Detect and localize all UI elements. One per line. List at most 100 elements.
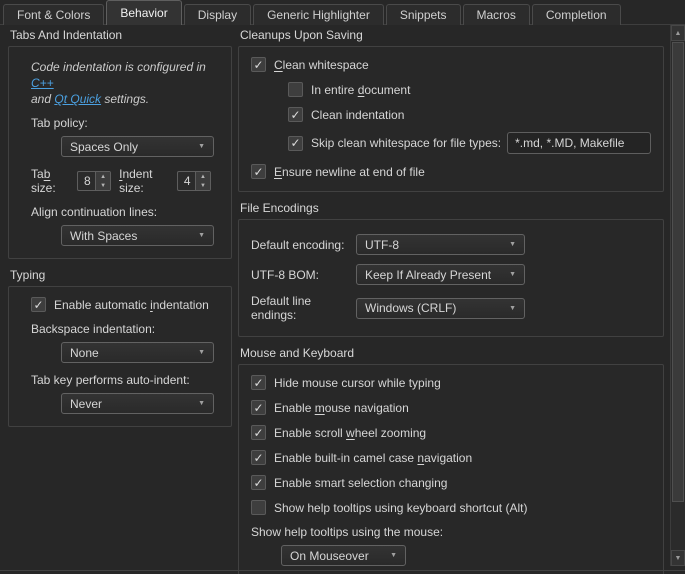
mouse-navigation-checkbox-row[interactable]: ✓ Enable mouse navigation: [251, 400, 651, 415]
scrollbar-track[interactable]: [671, 503, 685, 550]
group-title-tabs-and-indentation: Tabs And Indentation: [10, 28, 123, 42]
line-endings-value: Windows (CRLF): [365, 301, 457, 315]
spin-up-icon[interactable]: ▲: [96, 172, 110, 181]
ensure-newline-checkbox-row[interactable]: ✓ Ensure newline at end of file: [251, 164, 651, 179]
tooltips-keyboard-checkbox[interactable]: [251, 500, 266, 515]
tab-macros[interactable]: Macros: [462, 4, 530, 25]
group-mouse-keyboard: Mouse and Keyboard ✓ Hide mouse cursor w…: [238, 346, 664, 574]
tab-key-auto-indent-dropdown[interactable]: Never ▼: [61, 393, 214, 414]
tab-indent-size-row: Tab size: 8 ▲ ▼ Indent size: 4 ▲ ▼: [31, 167, 219, 195]
pane-bottom-divider: [0, 570, 685, 571]
entire-document-checkbox[interactable]: [288, 82, 303, 97]
align-continuation-dropdown[interactable]: With Spaces ▼: [61, 225, 214, 246]
ensure-newline-checkbox[interactable]: ✓: [251, 164, 266, 179]
tab-behavior[interactable]: Behavior: [106, 0, 182, 25]
tooltips-keyboard-checkbox-row[interactable]: Show help tooltips using keyboard shortc…: [251, 500, 651, 515]
tab-font-colors[interactable]: Font & Colors: [3, 4, 105, 25]
hide-cursor-checkbox-row[interactable]: ✓ Hide mouse cursor while typing: [251, 375, 651, 390]
utf8-bom-label: UTF-8 BOM:: [251, 267, 319, 282]
indent-size-spin-buttons: ▲ ▼: [195, 172, 210, 190]
entire-document-checkbox-row[interactable]: In entire document: [288, 82, 651, 97]
group-title-cleanups: Cleanups Upon Saving: [240, 28, 363, 42]
cpp-settings-link[interactable]: C++: [31, 76, 54, 90]
smart-selection-label[interactable]: Enable smart selection changing: [274, 476, 447, 490]
default-encoding-dropdown[interactable]: UTF-8 ▼: [356, 234, 525, 255]
group-typing: Typing ✓ Enable automatic indentation Ba…: [8, 268, 232, 427]
spin-down-icon[interactable]: ▼: [96, 181, 110, 190]
qt-quick-settings-link[interactable]: Qt Quick: [54, 92, 101, 106]
group-box-mouse-keyboard: ✓ Hide mouse cursor while typing ✓ Enabl…: [238, 364, 664, 574]
scroll-zooming-checkbox-row[interactable]: ✓ Enable scroll wheel zooming: [251, 425, 651, 440]
entire-document-label[interactable]: In entire document: [311, 83, 410, 97]
hide-cursor-checkbox[interactable]: ✓: [251, 375, 266, 390]
clean-indentation-checkbox[interactable]: ✓: [288, 107, 303, 122]
mouse-navigation-label[interactable]: Enable mouse navigation: [274, 401, 409, 415]
vertical-scrollbar[interactable]: ▲ ▼: [670, 25, 685, 566]
line-endings-dropdown[interactable]: Windows (CRLF) ▼: [356, 297, 525, 319]
skip-file-types-checkbox[interactable]: ✓: [288, 135, 303, 151]
clean-indentation-label[interactable]: Clean indentation: [311, 108, 404, 122]
dropdown-arrow-icon: ▼: [509, 304, 516, 312]
tooltips-mouse-dropdown[interactable]: On Mouseover ▼: [281, 545, 406, 566]
align-continuation-value: With Spaces: [70, 228, 138, 243]
dropdown-arrow-icon: ▼: [390, 552, 397, 559]
group-box-tabs-and-indentation: Code indentation is configured in C++ an…: [8, 46, 232, 259]
scrollbar-thumb[interactable]: [672, 42, 684, 502]
tab-size-label: Tab size:: [31, 167, 56, 195]
check-icon: ✓: [253, 475, 264, 490]
ensure-newline-label[interactable]: Ensure newline at end of file: [274, 165, 425, 179]
tab-size-spinbox[interactable]: 8 ▲ ▼: [77, 171, 112, 191]
camel-case-checkbox[interactable]: ✓: [251, 450, 266, 465]
auto-indentation-checkbox[interactable]: ✓: [31, 297, 46, 312]
camel-case-checkbox-row[interactable]: ✓ Enable built-in camel case navigation: [251, 450, 651, 465]
tooltips-keyboard-label[interactable]: Show help tooltips using keyboard shortc…: [274, 501, 527, 515]
mouse-navigation-checkbox[interactable]: ✓: [251, 400, 266, 415]
spin-down-icon[interactable]: ▼: [196, 181, 210, 190]
group-box-file-encodings: Default encoding: UTF-8 ▼ UTF-8 BOM: Kee…: [238, 219, 664, 337]
indent-size-spinbox[interactable]: 4 ▲ ▼: [176, 171, 211, 191]
skip-file-types-label[interactable]: Skip clean whitespace for file types:: [311, 136, 501, 150]
tab-completion[interactable]: Completion: [531, 4, 621, 25]
right-column: Cleanups Upon Saving ✓ Clean whitespace …: [238, 28, 664, 574]
align-continuation-label: Align continuation lines:: [31, 205, 158, 219]
group-title-typing: Typing: [10, 268, 46, 282]
clean-whitespace-label[interactable]: Clean whitespace: [274, 58, 369, 72]
utf8-bom-dropdown[interactable]: Keep If Already Present ▼: [356, 264, 525, 285]
auto-indentation-label[interactable]: Enable automatic indentation: [54, 298, 209, 312]
smart-selection-checkbox[interactable]: ✓: [251, 475, 266, 490]
line-endings-label: Default line endings:: [251, 294, 312, 322]
backspace-indentation-value: None: [70, 345, 99, 360]
default-encoding-row: Default encoding: UTF-8 ▼: [251, 234, 651, 255]
clean-indentation-checkbox-row[interactable]: ✓ Clean indentation: [288, 107, 651, 122]
indent-size-value: 4: [183, 174, 191, 188]
tooltips-mouse-value: On Mouseover: [290, 548, 369, 563]
scroll-zooming-checkbox[interactable]: ✓: [251, 425, 266, 440]
camel-case-label[interactable]: Enable built-in camel case navigation: [274, 451, 472, 465]
default-encoding-value: UTF-8: [365, 237, 399, 252]
scroll-zooming-label[interactable]: Enable scroll wheel zooming: [274, 426, 426, 440]
check-icon: ✓: [253, 57, 264, 72]
backspace-indentation-dropdown[interactable]: None ▼: [61, 342, 214, 363]
tab-policy-dropdown[interactable]: Spaces Only ▼: [61, 136, 214, 157]
auto-indentation-checkbox-row[interactable]: ✓ Enable automatic indentation: [31, 297, 219, 312]
group-title-mouse-keyboard: Mouse and Keyboard: [240, 346, 355, 360]
default-encoding-label: Default encoding:: [251, 237, 345, 252]
hide-cursor-label[interactable]: Hide mouse cursor while typing: [274, 376, 441, 390]
tab-generic-highlighter[interactable]: Generic Highlighter: [253, 4, 384, 25]
tab-key-auto-indent-label: Tab key performs auto-indent:: [31, 373, 190, 387]
spin-up-icon[interactable]: ▲: [196, 172, 210, 181]
check-icon: ✓: [33, 297, 44, 312]
smart-selection-checkbox-row[interactable]: ✓ Enable smart selection changing: [251, 475, 651, 490]
tab-display[interactable]: Display: [183, 4, 252, 25]
tab-snippets[interactable]: Snippets: [385, 4, 461, 25]
scroll-down-icon[interactable]: ▼: [671, 550, 685, 566]
scroll-up-icon[interactable]: ▲: [671, 25, 685, 41]
line-endings-row: Default line endings: Windows (CRLF) ▼: [251, 294, 651, 322]
tab-size-value: 8: [84, 174, 91, 188]
skip-file-types-checkbox-row[interactable]: ✓ Skip clean whitespace for file types:: [288, 132, 651, 154]
skip-file-types-input[interactable]: [507, 132, 651, 154]
clean-whitespace-checkbox-row[interactable]: ✓ Clean whitespace: [251, 57, 651, 72]
utf8-bom-row: UTF-8 BOM: Keep If Already Present ▼: [251, 264, 651, 285]
dropdown-arrow-icon: ▼: [198, 232, 205, 239]
clean-whitespace-checkbox[interactable]: ✓: [251, 57, 266, 72]
